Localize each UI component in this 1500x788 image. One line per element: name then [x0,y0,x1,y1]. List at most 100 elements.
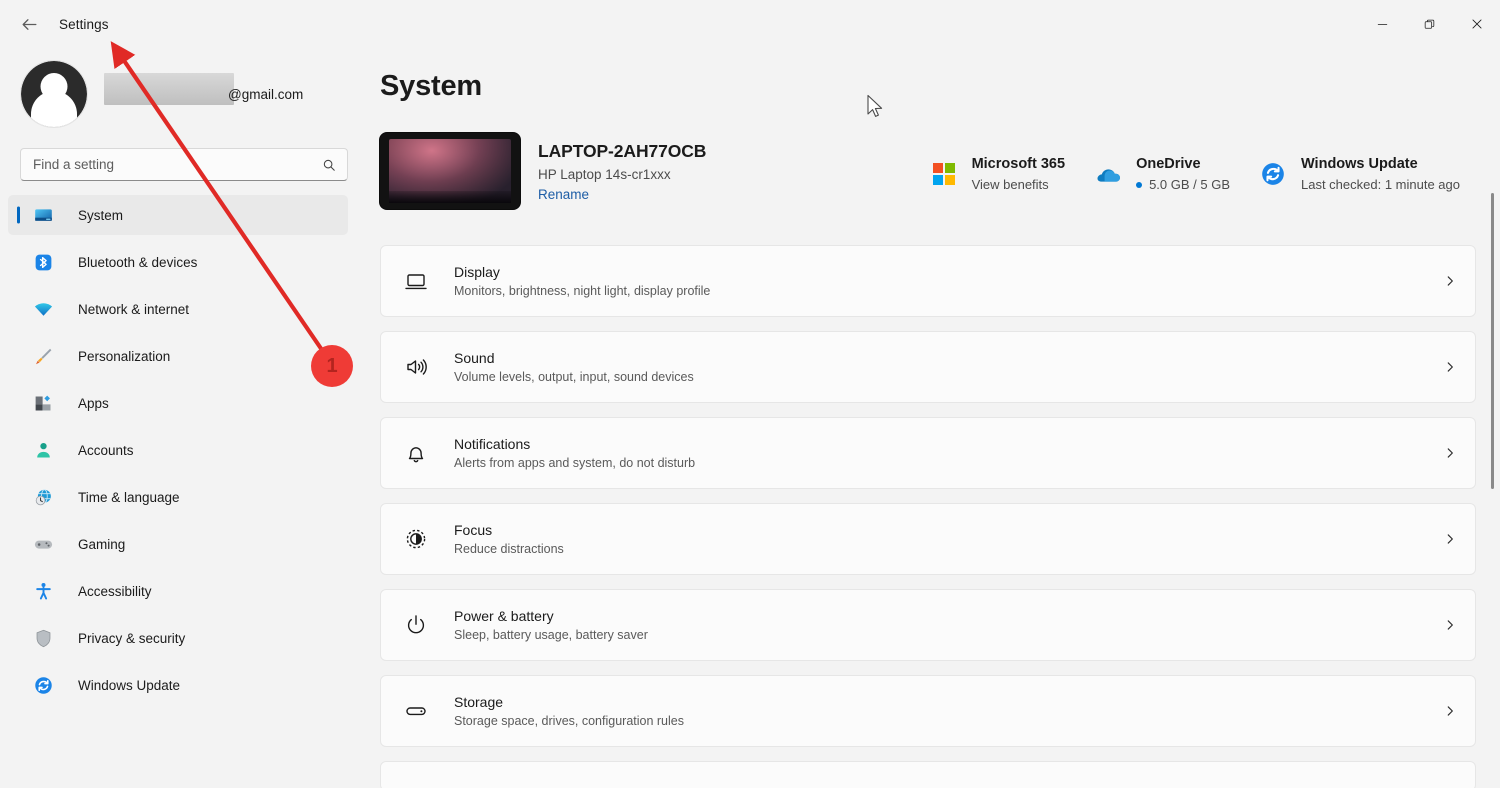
sidebar-item-personalization[interactable]: Personalization [8,336,348,376]
rename-link[interactable]: Rename [538,187,589,202]
settings-row-notifications[interactable]: Notifications Alerts from apps and syste… [380,417,1476,489]
settings-row-subtitle: Storage space, drives, configuration rul… [454,714,684,728]
sidebar-item-bluetooth-devices[interactable]: Bluetooth & devices [8,242,348,282]
chevron-right-icon [1443,446,1457,460]
search-icon [322,158,336,172]
app-title: Settings [59,16,109,32]
account-block[interactable]: @gmail.com [0,56,364,132]
sidebar-item-gaming[interactable]: Gaming [8,524,348,564]
wifi-icon [32,298,54,320]
settings-row-title: Display [454,264,500,280]
update-icon [1258,159,1288,189]
settings-row-partial[interactable] [380,761,1476,788]
settings-row-power-battery[interactable]: Power & battery Sleep, battery usage, ba… [380,589,1476,661]
minimize-icon [1377,23,1388,25]
sidebar: @gmail.com Find a setting System Bluetoo… [0,48,364,788]
page-title: System [380,70,482,102]
accessibility-icon [32,580,54,602]
status-card-windows-update[interactable]: Windows Update Last checked: 1 minute ag… [1258,156,1460,192]
clock-globe-icon [32,486,54,508]
search-box[interactable] [20,148,348,181]
settings-row-title: Storage [454,694,504,710]
sidebar-item-system[interactable]: System [8,195,348,235]
settings-row-subtitle: Monitors, brightness, night light, displ… [454,284,711,298]
settings-row-display[interactable]: Display Monitors, brightness, night ligh… [380,245,1476,317]
close-icon [1472,19,1481,29]
back-button[interactable] [12,7,46,41]
settings-window: Settings @gmail.com Find a setting Syste… [0,0,1500,788]
chevron-right-icon [1443,618,1457,632]
gamepad-icon [32,533,54,555]
window-controls [1359,0,1500,48]
sidebar-item-time-language[interactable]: Time & language [8,477,348,517]
sidebar-item-windows-update[interactable]: Windows Update [8,665,348,705]
status-cards: Microsoft 365 View benefits OneDrive 5.0… [929,156,1460,192]
sidebar-item-apps[interactable]: Apps [8,383,348,423]
settings-row-subtitle: Reduce distractions [454,542,564,556]
settings-row-storage[interactable]: Storage Storage space, drives, configura… [380,675,1476,747]
monitor-icon [32,204,54,226]
microsoft-logo-icon [929,159,959,189]
status-dot-icon [1136,181,1143,188]
settings-row-title: Sound [454,350,495,366]
status-card-subtitle: 5.0 GB / 5 GB [1149,177,1230,192]
sidebar-item-label: System [78,207,124,223]
focus-icon [403,526,429,552]
restore-icon [1424,19,1435,29]
sidebar-item-label: Network & internet [78,301,190,317]
status-card-subtitle: View benefits [971,177,1049,192]
power-icon [403,612,429,638]
bluetooth-icon [32,251,54,273]
sidebar-item-label: Accounts [78,442,134,458]
mouse-cursor [867,94,883,117]
restore-button[interactable] [1406,0,1453,48]
minimize-button[interactable] [1359,0,1406,48]
sidebar-item-accounts[interactable]: Accounts [8,430,348,470]
device-meta: LAPTOP-2AH77OCB HP Laptop 14s-cr1xxx Ren… [538,133,706,204]
sidebar-item-label: Apps [78,395,109,411]
account-text: @gmail.com [104,72,303,105]
chevron-right-icon [1443,704,1457,718]
settings-row-subtitle: Volume levels, output, input, sound devi… [454,370,694,384]
chevron-right-icon [1443,532,1457,546]
sidebar-item-privacy-security[interactable]: Privacy & security [8,618,348,658]
status-card-title: Windows Update [1301,156,1418,172]
settings-row-subtitle: Sleep, battery usage, battery saver [454,628,648,642]
sidebar-item-label: Accessibility [78,583,152,599]
device-model: HP Laptop 14s-cr1xxx [538,167,671,182]
search-wrapper [0,132,364,181]
settings-row-focus[interactable]: Focus Reduce distractions [380,503,1476,575]
back-arrow-icon [22,18,36,30]
bell-icon [403,440,429,466]
status-card-microsoft-365[interactable]: Microsoft 365 View benefits [929,156,1065,192]
paintbrush-icon [32,345,54,367]
sidebar-item-label: Windows Update [78,677,181,693]
person-icon [32,439,54,461]
storage-icon [403,698,429,724]
sidebar-item-label: Privacy & security [78,630,186,646]
status-card-onedrive[interactable]: OneDrive 5.0 GB / 5 GB [1093,156,1230,192]
search-input[interactable] [21,157,347,172]
device-thumbnail [380,133,520,209]
sidebar-item-accessibility[interactable]: Accessibility [8,571,348,611]
status-card-subtitle: Last checked: 1 minute ago [1301,177,1460,192]
status-card-title: OneDrive [1136,156,1201,172]
settings-row-title: Power & battery [454,608,554,624]
settings-row-sound[interactable]: Sound Volume levels, output, input, soun… [380,331,1476,403]
onedrive-cloud-icon [1093,159,1123,189]
chevron-right-icon [1443,360,1457,374]
shield-icon [32,627,54,649]
main-content: System LAPTOP-2AH77OCB HP Laptop 14s-cr1… [364,48,1500,788]
sidebar-item-label: Bluetooth & devices [78,254,198,270]
device-name: LAPTOP-2AH77OCB [538,141,707,161]
settings-row-title: Focus [454,522,493,538]
close-button[interactable] [1453,0,1500,48]
display-icon [403,268,429,294]
vertical-scrollbar[interactable] [1491,193,1494,489]
apps-icon [32,392,54,414]
speaker-icon [403,354,429,380]
avatar [20,60,88,128]
sidebar-item-network-internet[interactable]: Network & internet [8,289,348,329]
sidebar-item-label: Time & language [78,489,180,505]
sidebar-nav: System Bluetooth & devices Network & int… [0,195,364,705]
